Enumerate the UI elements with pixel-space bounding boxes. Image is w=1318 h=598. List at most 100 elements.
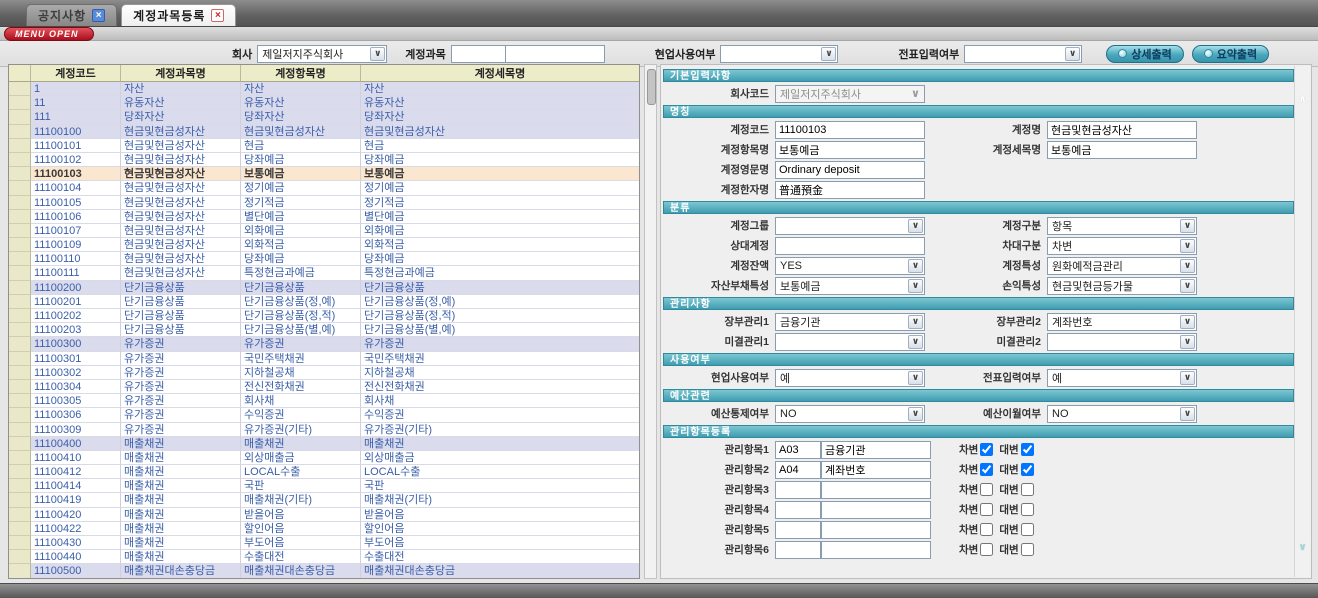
credit-checkbox[interactable] (1021, 463, 1034, 476)
select-control[interactable]: 보통예금∨ (775, 277, 925, 295)
table-row[interactable]: 11100300유가증권유가증권유가증권 (9, 337, 639, 351)
table-row[interactable]: 11100430매출채권부도어음부도어음 (9, 536, 639, 550)
table-row[interactable]: 11100440매출채권수출대전수출대전 (9, 550, 639, 564)
debit-checkbox[interactable] (980, 523, 993, 536)
table-row[interactable]: 11100306유가증권수익증권수익증권 (9, 408, 639, 422)
text-input[interactable] (821, 481, 931, 499)
row-header-cell[interactable] (9, 394, 31, 408)
row-header-cell[interactable] (9, 96, 31, 110)
row-header-cell[interactable] (9, 423, 31, 437)
text-input[interactable] (775, 461, 821, 479)
table-row[interactable]: 111당좌자산당좌자산당좌자산 (9, 110, 639, 124)
table-row[interactable]: 11100419매출채권매출채권(기타)매출채권(기타) (9, 493, 639, 507)
debit-checkbox[interactable] (980, 463, 993, 476)
use-filter-select[interactable]: ∨ (720, 45, 838, 63)
row-header-cell[interactable] (9, 366, 31, 380)
scrollbar-thumb[interactable] (647, 69, 656, 105)
row-header-cell[interactable] (9, 437, 31, 451)
select-control[interactable]: 예∨ (1047, 369, 1197, 387)
row-header-cell[interactable] (9, 139, 31, 153)
credit-checkbox[interactable] (1021, 443, 1034, 456)
table-row[interactable]: 11100103현금및현금성자산보통예금보통예금 (9, 167, 639, 181)
row-header-cell[interactable] (9, 508, 31, 522)
table-row[interactable]: 11100200단기금융상품단기금융상품단기금융상품 (9, 281, 639, 295)
select-control[interactable]: NO∨ (1047, 405, 1197, 423)
table-row[interactable]: 11100111현금및현금성자산특정현금과예금특정현금과예금 (9, 266, 639, 280)
select-control[interactable]: 예∨ (775, 369, 925, 387)
text-input[interactable] (775, 181, 925, 199)
select-control[interactable]: NO∨ (775, 405, 925, 423)
row-header-cell[interactable] (9, 536, 31, 550)
row-header-cell[interactable] (9, 465, 31, 479)
text-input[interactable] (1047, 121, 1197, 139)
detail-print-button[interactable]: 상세출력 (1106, 45, 1183, 63)
table-scrollbar[interactable] (644, 64, 657, 579)
scroll-up-icon[interactable]: ∧ (1295, 94, 1310, 105)
select-control[interactable]: 현금및현금등가물∨ (1047, 277, 1197, 295)
table-row[interactable]: 11100500매출채권대손충당금매출채권대손충당금매출채권대손충당금 (9, 564, 639, 578)
credit-checkbox[interactable] (1021, 543, 1034, 556)
table-row[interactable]: 11100201단기금융상품단기금융상품(정,예)단기금융상품(정,예) (9, 295, 639, 309)
text-input[interactable] (821, 441, 931, 459)
tab-notice[interactable]: 공지사항 × (26, 4, 117, 26)
table-row[interactable]: 11100106현금및현금성자산별단예금별단예금 (9, 210, 639, 224)
row-header-cell[interactable] (9, 110, 31, 124)
select-control[interactable]: 원화예적금관리∨ (1047, 257, 1197, 275)
row-header-cell[interactable] (9, 337, 31, 351)
table-row[interactable]: 11100400매출채권매출채권매출채권 (9, 437, 639, 451)
table-row[interactable]: 11100309유가증권유가증권(기타)유가증권(기타) (9, 423, 639, 437)
table-row[interactable]: 11100101현금및현금성자산현금현금 (9, 139, 639, 153)
text-input[interactable] (821, 501, 931, 519)
text-input[interactable] (821, 461, 931, 479)
select-control[interactable]: ∨ (775, 217, 925, 235)
table-row[interactable]: 11100203단기금융상품단기금융상품(별,예)단기금융상품(별,예) (9, 323, 639, 337)
text-input[interactable] (775, 521, 821, 539)
table-row[interactable]: 11100305유가증권회사채회사채 (9, 394, 639, 408)
text-input[interactable] (775, 237, 925, 255)
table-row[interactable]: 11100302유가증권지하철공채지하철공채 (9, 366, 639, 380)
account-name-input[interactable] (505, 45, 605, 63)
text-input[interactable] (775, 541, 821, 559)
close-icon[interactable]: × (92, 9, 105, 22)
text-input[interactable] (821, 541, 931, 559)
table-row[interactable]: 11100105현금및현금성자산정기적금정기적금 (9, 196, 639, 210)
debit-checkbox[interactable] (980, 503, 993, 516)
row-header-cell[interactable] (9, 451, 31, 465)
text-input[interactable] (775, 481, 821, 499)
row-header-cell[interactable] (9, 408, 31, 422)
select-control[interactable]: YES∨ (775, 257, 925, 275)
table-row[interactable]: 11100422매출채권할인어음할인어음 (9, 522, 639, 536)
select-control[interactable]: ∨ (1047, 333, 1197, 351)
select-control[interactable]: 금융기관∨ (775, 313, 925, 331)
row-header-cell[interactable] (9, 153, 31, 167)
row-header-cell[interactable] (9, 224, 31, 238)
row-header-cell[interactable] (9, 493, 31, 507)
credit-checkbox[interactable] (1021, 483, 1034, 496)
row-header-cell[interactable] (9, 167, 31, 181)
table-row[interactable]: 11100420매출채권받을어음받을어음 (9, 508, 639, 522)
row-header-cell[interactable] (9, 210, 31, 224)
table-row[interactable]: 11100107현금및현금성자산외화예금외화예금 (9, 224, 639, 238)
summary-print-button[interactable]: 요약출력 (1192, 45, 1269, 63)
select-control[interactable]: 제일저지주식회사∨ (775, 85, 925, 103)
row-header-cell[interactable] (9, 252, 31, 266)
account-code-input[interactable] (451, 45, 506, 63)
scroll-down-icon[interactable]: ∨ (1295, 542, 1310, 553)
select-control[interactable]: 차변∨ (1047, 237, 1197, 255)
text-input[interactable] (821, 521, 931, 539)
table-row[interactable]: 11100412매출채권LOCAL수출LOCAL수출 (9, 465, 639, 479)
slip-filter-select[interactable]: ∨ (964, 45, 1082, 63)
table-row[interactable]: 11100414매출채권국판국판 (9, 479, 639, 493)
table-row[interactable]: 11100410매출채권외상매출금외상매출금 (9, 451, 639, 465)
table-row[interactable]: 11100109현금및현금성자산외화적금외화적금 (9, 238, 639, 252)
panel-scrollbar[interactable]: ∧ ∨ (1294, 66, 1310, 577)
debit-checkbox[interactable] (980, 443, 993, 456)
select-control[interactable]: 항목∨ (1047, 217, 1197, 235)
close-icon[interactable]: × (211, 9, 224, 22)
debit-checkbox[interactable] (980, 543, 993, 556)
menu-open-button[interactable]: MENU OPEN (4, 27, 94, 41)
text-input[interactable] (775, 141, 925, 159)
table-row[interactable]: 11100102현금및현금성자산당좌예금당좌예금 (9, 153, 639, 167)
select-control[interactable]: 계좌번호∨ (1047, 313, 1197, 331)
text-input[interactable] (775, 161, 925, 179)
